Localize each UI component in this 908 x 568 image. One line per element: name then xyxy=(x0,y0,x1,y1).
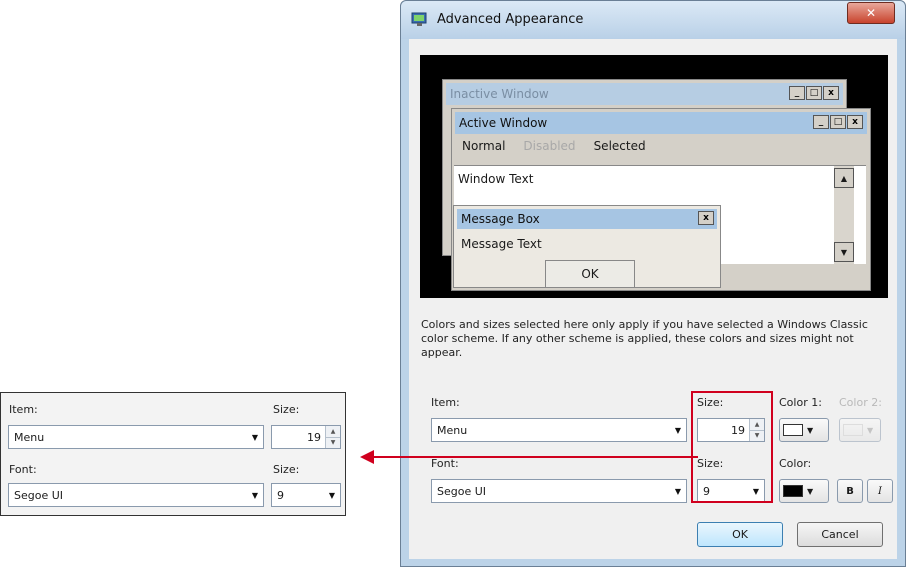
close-icon: x xyxy=(847,115,863,129)
scroll-down-icon[interactable]: ▼ xyxy=(834,242,854,262)
color1-picker-button[interactable]: ▼ xyxy=(779,418,829,442)
chevron-down-icon: ▼ xyxy=(807,486,814,496)
font-dropdown[interactable]: Segoe UI ▼ xyxy=(431,479,687,503)
display-properties-icon xyxy=(411,12,427,26)
close-icon: ✕ xyxy=(865,6,877,20)
info-text: Colors and sizes selected here only appl… xyxy=(421,318,868,359)
chevron-down-icon: ▼ xyxy=(328,490,336,500)
color2-picker-button: ▼ xyxy=(839,418,881,442)
preview-scrollbar[interactable]: ▲ ▼ xyxy=(834,166,854,264)
cancel-button[interactable]: Cancel xyxy=(797,522,883,547)
maximize-icon: □ xyxy=(806,86,822,100)
preview-area[interactable]: Inactive Window _ □ x Active Window _ □ … xyxy=(420,55,888,298)
message-box-preview[interactable]: Message Box x Message Text OK xyxy=(453,205,721,288)
font-size-label: Size: xyxy=(273,463,300,476)
color2-label: Color 2: xyxy=(839,396,882,409)
chevron-down-icon: ▼ xyxy=(867,425,874,435)
font-label: Font: xyxy=(431,457,459,470)
callout-arrow-line xyxy=(366,456,698,458)
window-text: Window Text xyxy=(458,172,534,186)
chevron-down-icon: ▼ xyxy=(807,425,814,435)
font-color-swatch xyxy=(783,485,803,497)
dialog-title: Advanced Appearance xyxy=(437,12,584,27)
preview-menu-bar: Normal Disabled Selected xyxy=(462,139,646,153)
close-icon: x xyxy=(698,211,714,225)
font-dropdown-value: Segoe UI xyxy=(437,484,487,498)
ok-button[interactable]: OK xyxy=(697,522,783,547)
callout-arrow-head xyxy=(360,450,374,464)
menu-normal[interactable]: Normal xyxy=(462,139,505,153)
active-window-titlebar[interactable]: Active Window _ □ x xyxy=(455,112,867,134)
menu-disabled[interactable]: Disabled xyxy=(523,139,575,153)
font-label: Font: xyxy=(9,463,37,476)
font-color-label: Color: xyxy=(779,457,812,470)
close-button[interactable]: ✕ xyxy=(847,2,895,24)
zoomed-inset-panel: Item: Size: Menu ▼ 19 ▲ ▼ Font: Size: Se… xyxy=(0,392,346,516)
font-size-dropdown[interactable]: 9 ▼ xyxy=(271,483,341,507)
chevron-down-icon: ▼ xyxy=(251,490,259,500)
message-text: Message Text xyxy=(461,237,542,251)
active-window-title: Active Window xyxy=(459,116,548,130)
spin-down-icon[interactable]: ▼ xyxy=(326,436,340,448)
highlight-box xyxy=(691,391,773,503)
advanced-appearance-dialog: Advanced Appearance ✕ Inactive Window _ … xyxy=(400,0,906,567)
item-dropdown-value: Menu xyxy=(437,423,468,437)
chevron-down-icon: ▼ xyxy=(251,432,259,442)
item-label: Item: xyxy=(9,403,38,416)
spin-up-icon[interactable]: ▲ xyxy=(326,426,340,437)
message-box-titlebar[interactable]: Message Box x xyxy=(457,209,717,229)
item-dropdown-value: Menu xyxy=(14,430,45,444)
color2-swatch xyxy=(843,424,863,436)
font-dropdown-value: Segoe UI xyxy=(14,488,64,502)
item-label: Item: xyxy=(431,396,460,409)
size-stepper-value: 19 xyxy=(307,430,321,444)
item-dropdown[interactable]: Menu ▼ xyxy=(8,425,264,449)
scroll-up-icon[interactable]: ▲ xyxy=(834,168,854,188)
message-box-ok-button[interactable]: OK xyxy=(545,260,635,288)
menu-selected[interactable]: Selected xyxy=(594,139,646,153)
message-box-title: Message Box xyxy=(461,212,540,226)
minimize-icon: _ xyxy=(789,86,805,100)
font-dropdown[interactable]: Segoe UI ▼ xyxy=(8,483,264,507)
italic-button[interactable]: I xyxy=(867,479,893,503)
font-color-picker-button[interactable]: ▼ xyxy=(779,479,829,503)
font-size-dropdown-value: 9 xyxy=(277,488,284,502)
close-icon: x xyxy=(823,86,839,100)
dialog-client-area: Inactive Window _ □ x Active Window _ □ … xyxy=(409,39,897,559)
chevron-down-icon: ▼ xyxy=(674,486,682,496)
title-bar: Advanced Appearance ✕ xyxy=(401,1,905,39)
bold-button[interactable]: B xyxy=(837,479,863,503)
inactive-window-title: Inactive Window xyxy=(450,87,549,101)
maximize-icon: □ xyxy=(830,115,846,129)
inactive-window-titlebar[interactable]: Inactive Window _ □ x xyxy=(446,83,843,105)
size-label: Size: xyxy=(273,403,300,416)
item-dropdown[interactable]: Menu ▼ xyxy=(431,418,687,442)
minimize-icon: _ xyxy=(813,115,829,129)
size-stepper[interactable]: 19 ▲ ▼ xyxy=(271,425,341,449)
chevron-down-icon: ▼ xyxy=(674,425,682,435)
color1-label: Color 1: xyxy=(779,396,822,409)
color1-swatch xyxy=(783,424,803,436)
